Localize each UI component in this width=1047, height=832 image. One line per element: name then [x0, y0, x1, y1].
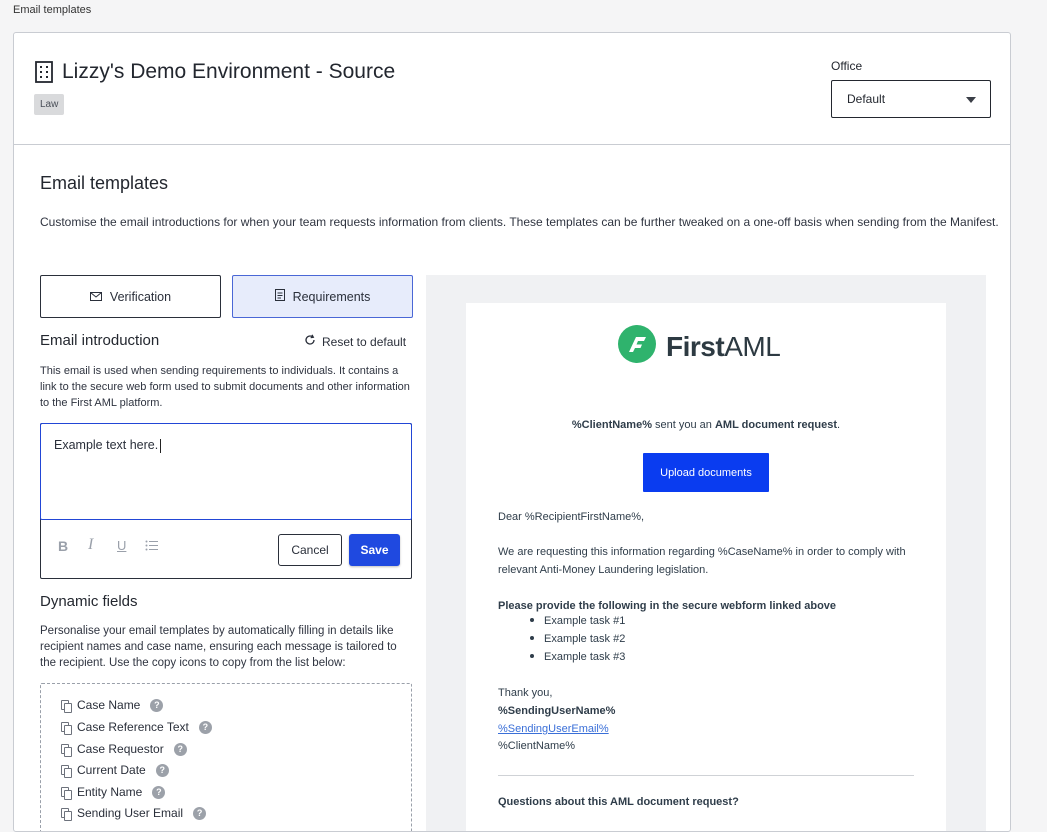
copy-icon[interactable] — [61, 721, 72, 735]
refresh-icon — [304, 334, 316, 349]
copy-icon[interactable] — [61, 786, 72, 800]
help-icon[interactable]: ? — [198, 720, 212, 734]
help-icon[interactable]: ? — [150, 698, 164, 712]
reset-label: Reset to default — [322, 334, 407, 349]
email-intro-title: Email introduction — [40, 332, 160, 349]
dynamic-fields-list: Case Name? Case Reference Text? Case Req… — [40, 683, 412, 831]
thanks: Thank you, — [498, 687, 553, 699]
tab-requirements[interactable]: Requirements — [232, 275, 413, 318]
building-icon — [34, 61, 54, 83]
italic-icon[interactable]: I — [88, 536, 93, 554]
dynamic-field-label: Case Reference Text — [77, 720, 189, 734]
email-intro-textarea[interactable]: Example text here. — [40, 423, 412, 520]
section-description: Customise the email introductions for wh… — [40, 215, 999, 229]
dynamic-field-label: Current Date — [77, 763, 146, 777]
questions-heading: Questions about this AML document reques… — [498, 796, 739, 808]
divider — [498, 775, 914, 776]
email-intro-description: This email is used when sending requirem… — [40, 365, 410, 409]
copy-icon[interactable] — [61, 699, 72, 713]
org-title: Lizzy's Demo Environment - Source — [34, 60, 395, 84]
bullet-list-icon[interactable] — [145, 538, 158, 554]
help-icon[interactable]: ? — [193, 806, 207, 820]
org-name: Lizzy's Demo Environment - Source — [62, 60, 396, 83]
dynamic-field-item: Sending User Email? — [61, 806, 207, 821]
breadcrumb: Email templates — [13, 4, 92, 16]
task-item: Example task #1 — [530, 615, 625, 627]
task-item: Example task #3 — [530, 651, 625, 663]
copy-icon[interactable] — [61, 807, 72, 821]
dynamic-field-item: Case Requestor? — [61, 742, 187, 757]
sender-email[interactable]: %SendingUserEmail% — [498, 720, 918, 738]
dynamic-field-label: Entity Name — [77, 785, 143, 799]
dynamic-field-label: Case Name — [77, 698, 141, 712]
sender-name: %SendingUserName% — [498, 705, 616, 717]
tab-label: Verification — [109, 289, 172, 304]
help-icon[interactable]: ? — [152, 785, 166, 799]
caret-down-icon — [966, 97, 976, 103]
first-aml-logo-icon — [618, 325, 656, 368]
email-preview: FirstAML %ClientName% sent you an AML do… — [466, 303, 946, 831]
client-name: %ClientName% — [498, 740, 576, 752]
tab-label: Requirements — [292, 289, 371, 304]
copy-icon[interactable] — [61, 743, 72, 757]
dynamic-field-item: Case Reference Text? — [61, 720, 212, 735]
dynamic-fields-description: Personalise your email templates by auto… — [40, 625, 397, 669]
org-tag: Law — [34, 94, 65, 115]
dynamic-fields-title: Dynamic fields — [40, 593, 138, 610]
dynamic-field-label: Sending User Email — [77, 806, 184, 820]
upload-documents-button[interactable]: Upload documents — [643, 453, 769, 492]
dynamic-field-item: Entity Name? — [61, 785, 166, 800]
section-title: Email templates — [40, 173, 169, 193]
envelope-icon — [89, 290, 102, 304]
list-heading: Please provide the following in the secu… — [498, 600, 837, 612]
dynamic-field-label: Case Requestor — [77, 742, 164, 756]
office-label: Office — [831, 59, 863, 73]
office-value: Default — [847, 92, 886, 106]
copy-icon[interactable] — [61, 764, 72, 778]
settings-card: Lizzy's Demo Environment - Source Law Of… — [13, 32, 1011, 832]
dynamic-field-item: Current Date? — [61, 763, 169, 778]
task-item: Example task #2 — [530, 633, 625, 645]
reset-to-default-button[interactable]: Reset to default — [304, 334, 406, 349]
bold-icon[interactable]: B — [58, 538, 68, 554]
help-icon[interactable]: ? — [173, 742, 187, 756]
text-cursor — [160, 438, 162, 453]
greeting: Dear %RecipientFirstName%, — [498, 511, 645, 523]
first-aml-logo: FirstAML — [618, 325, 781, 368]
office-select[interactable]: Default — [831, 80, 991, 118]
help-icon[interactable]: ? — [155, 763, 169, 777]
body-text: We are requesting this information regar… — [498, 546, 906, 576]
org-header: Lizzy's Demo Environment - Source Law Of… — [14, 33, 1010, 145]
underline-icon[interactable]: U — [117, 538, 126, 553]
document-icon — [274, 289, 285, 304]
editor-content: Example text here. — [54, 438, 159, 452]
save-button[interactable]: Save — [349, 534, 400, 566]
tab-verification[interactable]: Verification — [40, 275, 221, 318]
dynamic-field-item: Case Name? — [61, 698, 164, 713]
email-editor: Example text here. B I U Cancel Save — [40, 423, 412, 579]
logo-text: FirstAML — [666, 330, 781, 362]
request-line: %ClientName% sent you an AML document re… — [571, 419, 841, 431]
cancel-button[interactable]: Cancel — [278, 534, 342, 566]
